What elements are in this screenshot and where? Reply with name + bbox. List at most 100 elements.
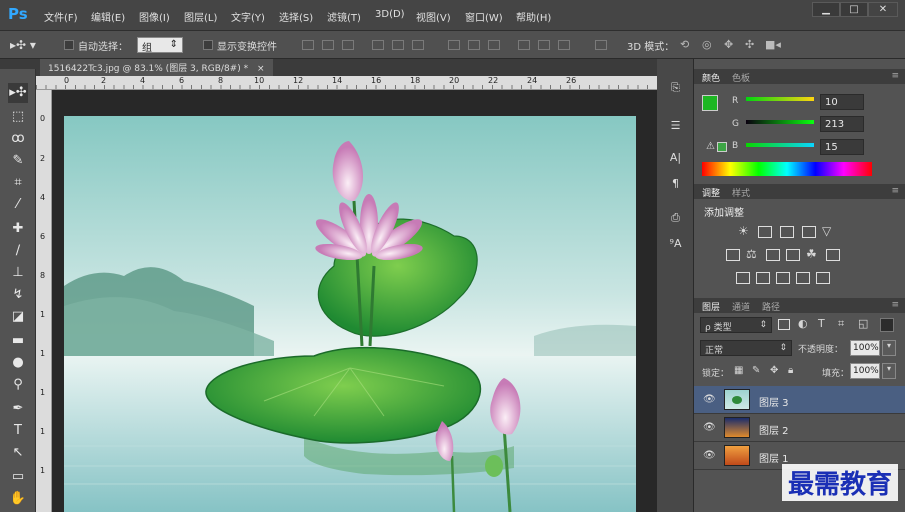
- hue-saturation-icon[interactable]: [726, 249, 740, 261]
- menu-help[interactable]: 帮助(H): [516, 9, 551, 24]
- crop-tool-icon[interactable]: ⌗: [8, 173, 28, 193]
- panel-menu-icon[interactable]: ≡: [891, 186, 899, 196]
- filter-toggle[interactable]: [880, 318, 894, 332]
- close-button[interactable]: ✕: [868, 2, 898, 17]
- healing-brush-tool-icon[interactable]: ✚: [8, 219, 28, 239]
- exposure-icon[interactable]: [802, 226, 816, 238]
- lock-position-icon[interactable]: ✥: [770, 365, 778, 376]
- gamut-warning-icon[interactable]: ⚠: [706, 141, 715, 152]
- maximize-button[interactable]: □: [840, 2, 868, 17]
- curves-icon[interactable]: [780, 226, 794, 238]
- align-vcenter-icon[interactable]: [322, 40, 334, 50]
- filter-smart-object-icon[interactable]: ◱: [858, 317, 868, 330]
- quick-select-tool-icon[interactable]: ✎: [8, 151, 28, 171]
- distribute-left-icon[interactable]: [518, 40, 530, 50]
- filter-pixel-icon[interactable]: [778, 319, 790, 330]
- layer-name[interactable]: 图层 2: [759, 422, 789, 437]
- tool-presets-icon[interactable]: ⎙: [667, 211, 684, 228]
- menu-window[interactable]: 窗口(W): [465, 9, 503, 24]
- align-right-icon[interactable]: [412, 40, 424, 50]
- opacity-input[interactable]: 100%: [850, 340, 880, 356]
- align-left-icon[interactable]: [372, 40, 384, 50]
- shape-tool-icon[interactable]: ▭: [8, 467, 28, 487]
- tab-adjustments[interactable]: 调整: [702, 186, 720, 199]
- clone-stamp-tool-icon[interactable]: ⊥: [8, 263, 28, 283]
- tab-styles[interactable]: 样式: [732, 186, 750, 199]
- distribute-hcenter-icon[interactable]: [538, 40, 550, 50]
- distribute-bottom-icon[interactable]: [488, 40, 500, 50]
- minimize-button[interactable]: ▁: [812, 2, 840, 17]
- auto-select-checkbox[interactable]: [64, 40, 74, 50]
- filter-adjustment-icon[interactable]: ◐: [798, 317, 808, 330]
- 3d-rotate-icon[interactable]: ⟲: [680, 38, 689, 51]
- 3d-slide-icon[interactable]: ✣: [745, 38, 754, 51]
- move-tool-icon[interactable]: ▸✣: [8, 83, 28, 103]
- tab-paths[interactable]: 路径: [762, 300, 780, 313]
- panel-menu-icon[interactable]: ≡: [891, 71, 899, 81]
- brush-tool-icon[interactable]: ∕: [8, 241, 28, 261]
- photo-filter-icon[interactable]: [786, 249, 800, 261]
- tab-swatches[interactable]: 色板: [732, 71, 750, 84]
- align-top-icon[interactable]: [302, 40, 314, 50]
- properties-panel-icon[interactable]: ☰: [667, 119, 684, 136]
- g-value-input[interactable]: 213: [820, 116, 864, 132]
- posterize-icon[interactable]: [756, 272, 770, 284]
- lock-image-icon[interactable]: ✎: [752, 365, 760, 376]
- align-hcenter-icon[interactable]: [392, 40, 404, 50]
- lotus-image[interactable]: [64, 116, 636, 512]
- gradient-tool-icon[interactable]: ▬: [8, 331, 28, 351]
- black-white-icon[interactable]: [766, 249, 780, 261]
- document-tab[interactable]: 1516422Tc3.jpg @ 83.1% (图层 3, RGB/8#) * …: [40, 59, 273, 76]
- lasso-tool-icon[interactable]: ꝏ: [8, 129, 28, 149]
- eraser-tool-icon[interactable]: ◪: [8, 307, 28, 327]
- color-balance-icon[interactable]: ⚖: [746, 247, 757, 261]
- color-lookup-icon[interactable]: [826, 249, 840, 261]
- b-slider[interactable]: [746, 143, 814, 147]
- opacity-dropdown-icon[interactable]: ▾: [882, 340, 896, 356]
- color-spectrum-bar[interactable]: [702, 162, 872, 176]
- auto-select-dropdown[interactable]: 组 ⇕: [137, 37, 183, 54]
- layer-name[interactable]: 图层 3: [759, 394, 789, 409]
- menu-type[interactable]: 文字(Y): [231, 9, 265, 24]
- menu-edit[interactable]: 编辑(E): [91, 9, 125, 24]
- layer-filter-dropdown[interactable]: ρ 类型 ⇕: [700, 317, 772, 333]
- menu-file[interactable]: 文件(F): [44, 9, 78, 24]
- layer-row[interactable]: 👁︎ 图层 2: [694, 414, 905, 442]
- foreground-color-swatch[interactable]: [702, 95, 718, 111]
- selective-color-icon[interactable]: [816, 272, 830, 284]
- channel-mixer-icon[interactable]: ☘: [806, 247, 817, 261]
- type-tool-icon[interactable]: T: [8, 421, 28, 441]
- tab-color[interactable]: 颜色: [702, 71, 720, 84]
- layer-row[interactable]: 👁︎ 图层 3: [694, 386, 905, 414]
- filter-type-icon[interactable]: T: [818, 317, 825, 330]
- visibility-eye-icon[interactable]: 👁︎: [703, 450, 716, 461]
- tab-channels[interactable]: 通道: [732, 300, 750, 313]
- lock-transparent-icon[interactable]: ▦: [734, 365, 743, 376]
- vibrance-icon[interactable]: ▽: [822, 224, 831, 238]
- glyphs-panel-icon[interactable]: ⁹A: [667, 237, 684, 254]
- gradient-map-icon[interactable]: [796, 272, 810, 284]
- blur-tool-icon[interactable]: ●: [8, 353, 28, 373]
- pen-tool-icon[interactable]: ✒: [8, 399, 28, 419]
- blend-mode-dropdown[interactable]: 正常 ⇕: [700, 340, 792, 356]
- invert-icon[interactable]: [736, 272, 750, 284]
- tab-layers[interactable]: 图层: [702, 300, 720, 313]
- levels-icon[interactable]: [758, 226, 772, 238]
- fill-dropdown-icon[interactable]: ▾: [882, 363, 896, 379]
- r-slider[interactable]: [746, 97, 814, 101]
- history-brush-tool-icon[interactable]: ↯: [8, 285, 28, 305]
- menu-image[interactable]: 图像(I): [139, 9, 170, 24]
- menu-view[interactable]: 视图(V): [416, 9, 451, 24]
- b-value-input[interactable]: 15: [820, 139, 864, 155]
- panel-menu-icon[interactable]: ≡: [891, 300, 899, 310]
- distribute-top-icon[interactable]: [448, 40, 460, 50]
- threshold-icon[interactable]: [776, 272, 790, 284]
- ruler-left[interactable]: 0 2 4 6 8 1 1 1 1 1: [36, 90, 52, 512]
- character-panel-icon[interactable]: A|: [667, 151, 684, 168]
- filter-shape-icon[interactable]: ⌗: [838, 317, 844, 331]
- document-close-icon[interactable]: ×: [257, 64, 265, 74]
- path-select-tool-icon[interactable]: ↖: [8, 443, 28, 463]
- r-value-input[interactable]: 10: [820, 94, 864, 110]
- layer-name[interactable]: 图层 1: [759, 450, 789, 465]
- history-panel-icon[interactable]: ⎘: [667, 81, 684, 98]
